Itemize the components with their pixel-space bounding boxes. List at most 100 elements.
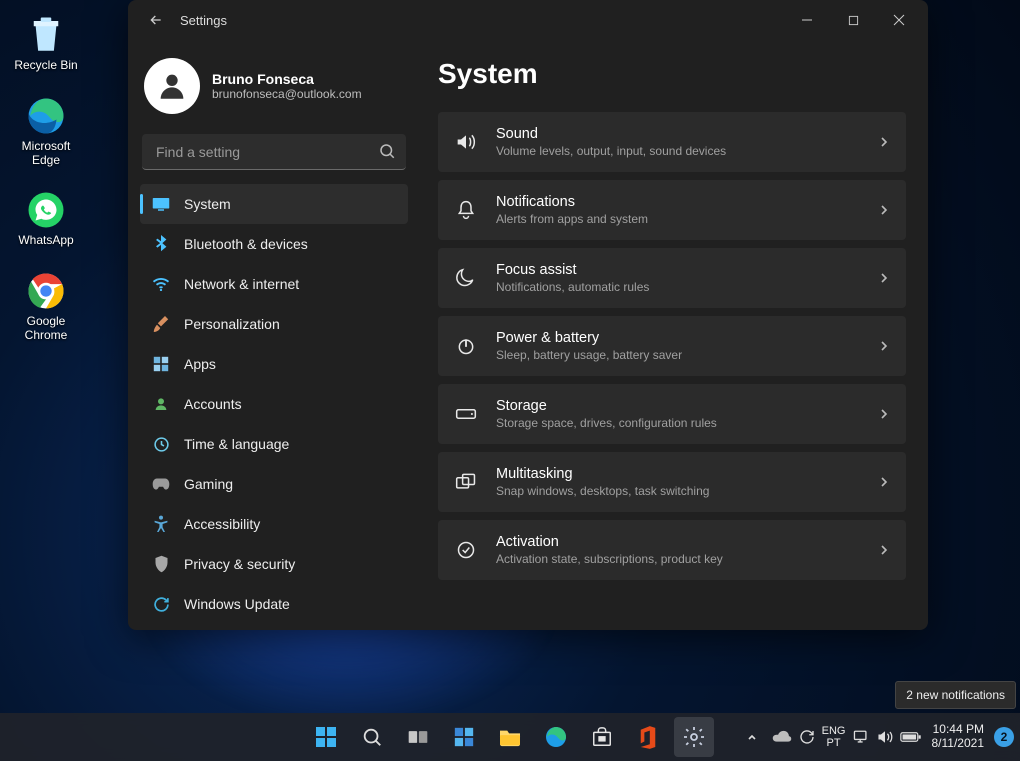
file-explorer-button[interactable] xyxy=(490,717,530,757)
system-item-notifications[interactable]: NotificationsAlerts from apps and system xyxy=(438,180,906,240)
setitem-title: Sound xyxy=(496,126,860,142)
lang-bottom: PT xyxy=(827,737,841,749)
sidebar-item-label: Gaming xyxy=(184,476,233,492)
minimize-button[interactable] xyxy=(784,4,830,36)
chevron-right-icon xyxy=(878,476,890,488)
sidebar-item-gaming[interactable]: Gaming xyxy=(140,464,408,504)
window-title: Settings xyxy=(180,13,227,28)
close-button[interactable] xyxy=(876,4,922,36)
system-item-activation[interactable]: ActivationActivation state, subscription… xyxy=(438,520,906,580)
sidebar-item-update[interactable]: Windows Update xyxy=(140,584,408,624)
system-item-storage[interactable]: StorageStorage space, drives, configurat… xyxy=(438,384,906,444)
sidebar-item-label: Personalization xyxy=(184,316,280,332)
volume-tray-icon[interactable] xyxy=(876,729,894,745)
sidebar-item-personalization[interactable]: Personalization xyxy=(140,304,408,344)
chrome-icon xyxy=(25,270,67,312)
moon-icon xyxy=(454,268,478,288)
desktop-icon-edge[interactable]: Microsoft Edge xyxy=(6,95,86,168)
desktop-icon-label: Google Chrome xyxy=(25,315,68,343)
desktop-icons: Recycle Bin Microsoft Edge WhatsApp Goog… xyxy=(6,14,86,365)
profile-name: Bruno Fonseca xyxy=(212,71,362,87)
check-circle-icon xyxy=(454,540,478,560)
start-button[interactable] xyxy=(306,717,346,757)
desktop-icon-label: Microsoft Edge xyxy=(22,140,71,168)
store-button[interactable] xyxy=(582,717,622,757)
taskbar-date: 8/11/2021 xyxy=(932,737,985,751)
shield-icon xyxy=(152,555,170,573)
notifications-tooltip: 2 new notifications xyxy=(895,681,1016,709)
grid-icon xyxy=(152,355,170,373)
chevron-right-icon xyxy=(878,544,890,556)
sidebar-item-accessibility[interactable]: Accessibility xyxy=(140,504,408,544)
setitem-title: Notifications xyxy=(496,194,860,210)
avatar-icon xyxy=(144,58,200,114)
edge-taskbar-button[interactable] xyxy=(536,717,576,757)
profile-email: brunofonseca@outlook.com xyxy=(212,87,362,101)
sidebar-item-label: Accounts xyxy=(184,396,242,412)
system-item-multitasking[interactable]: MultitaskingSnap windows, desktops, task… xyxy=(438,452,906,512)
chevron-right-icon xyxy=(878,204,890,216)
chevron-right-icon xyxy=(878,272,890,284)
setitem-desc: Storage space, drives, configuration rul… xyxy=(496,416,860,430)
settings-taskbar-button[interactable] xyxy=(674,717,714,757)
setitem-desc: Notifications, automatic rules xyxy=(496,280,860,294)
sidebar-item-time[interactable]: Time & language xyxy=(140,424,408,464)
setitem-desc: Sleep, battery usage, battery saver xyxy=(496,348,860,362)
setitem-title: Multitasking xyxy=(496,466,860,482)
widgets-button[interactable] xyxy=(444,717,484,757)
sidebar-item-bluetooth[interactable]: Bluetooth & devices xyxy=(140,224,408,264)
wifi-icon xyxy=(152,275,170,293)
lang-top: ENG xyxy=(822,725,846,737)
bluetooth-icon xyxy=(152,235,170,253)
search-button[interactable] xyxy=(352,717,392,757)
network-tray-icon[interactable] xyxy=(852,729,870,745)
system-item-power[interactable]: Power & batterySleep, battery usage, bat… xyxy=(438,316,906,376)
taskbar-right: ENG PT 10:44 PM 8/11/2021 2 xyxy=(738,713,1014,761)
search-input[interactable] xyxy=(142,134,406,170)
maximize-button[interactable] xyxy=(830,4,876,36)
tray-overflow-button[interactable] xyxy=(738,717,766,757)
brush-icon xyxy=(152,315,170,333)
power-icon xyxy=(454,336,478,356)
sidebar-item-label: Windows Update xyxy=(184,596,290,612)
sidebar-item-label: System xyxy=(184,196,231,212)
system-item-focus[interactable]: Focus assist Notifications, automatic rul… xyxy=(438,248,906,308)
setitem-title: Focus assist xyxy=(496,262,860,278)
sync-tray-icon[interactable] xyxy=(798,728,816,746)
titlebar: Settings xyxy=(128,0,928,40)
sidebar-item-accounts[interactable]: Accounts xyxy=(140,384,408,424)
multitask-icon xyxy=(454,472,478,492)
bell-icon xyxy=(454,199,478,221)
notifications-button[interactable]: 2 xyxy=(994,727,1014,747)
sidebar-item-privacy[interactable]: Privacy & security xyxy=(140,544,408,584)
onedrive-tray-icon[interactable] xyxy=(772,730,792,744)
settings-sidebar: Bruno Fonseca brunofonseca@outlook.com S… xyxy=(128,40,418,630)
language-button[interactable]: ENG PT xyxy=(822,725,846,749)
gamepad-icon xyxy=(152,475,170,493)
task-view-button[interactable] xyxy=(398,717,438,757)
system-item-sound[interactable]: SoundVolume levels, output, input, sound… xyxy=(438,112,906,172)
sidebar-item-network[interactable]: Network & internet xyxy=(140,264,408,304)
sidebar-item-system[interactable]: System xyxy=(140,184,408,224)
desktop-icon-chrome[interactable]: Google Chrome xyxy=(6,270,86,343)
edge-icon xyxy=(25,95,67,137)
display-icon xyxy=(152,195,170,213)
clock-button[interactable]: 10:44 PM 8/11/2021 xyxy=(928,723,989,751)
desktop-icon-label: WhatsApp xyxy=(18,234,73,248)
office-button[interactable] xyxy=(628,717,668,757)
taskbar-center xyxy=(306,717,714,757)
storage-icon xyxy=(454,407,478,421)
desktop-icon-label: Recycle Bin xyxy=(14,59,77,73)
battery-tray-icon[interactable] xyxy=(900,731,922,743)
setitem-desc: Activation state, subscriptions, product… xyxy=(496,552,860,566)
settings-window: Settings Bruno Fonseca brunofonseca@outl… xyxy=(128,0,928,630)
settings-content: System SoundVolume levels, output, input… xyxy=(418,40,928,630)
sidebar-item-apps[interactable]: Apps xyxy=(140,344,408,384)
back-button[interactable] xyxy=(140,4,172,36)
sound-icon xyxy=(454,132,478,152)
desktop-icon-whatsapp[interactable]: WhatsApp xyxy=(6,189,86,248)
sidebar-item-label: Bluetooth & devices xyxy=(184,236,308,252)
desktop-icon-recycle-bin[interactable]: Recycle Bin xyxy=(6,14,86,73)
profile-block[interactable]: Bruno Fonseca brunofonseca@outlook.com xyxy=(140,50,408,130)
update-icon xyxy=(152,595,170,613)
